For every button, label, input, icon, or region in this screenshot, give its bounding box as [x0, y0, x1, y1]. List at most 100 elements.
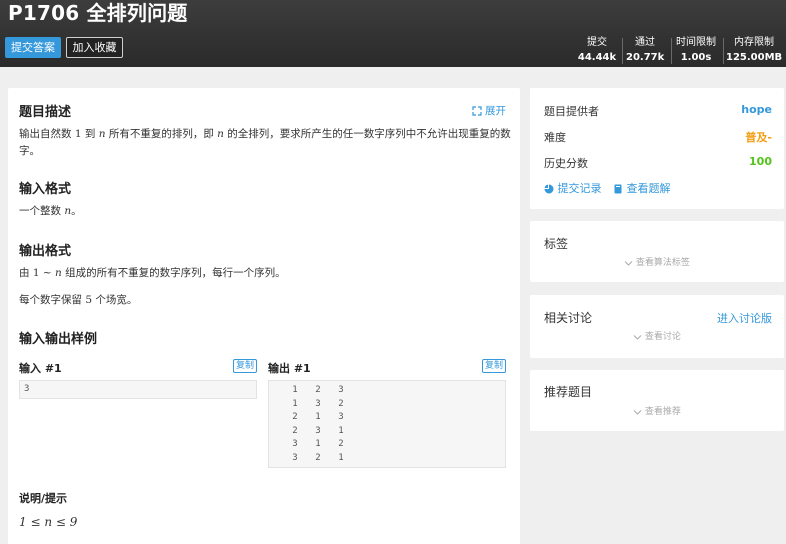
output-sample-row: 1 3 2: [269, 399, 505, 413]
output-sample-cell: 1: [338, 453, 344, 463]
submission-records-link[interactable]: 提交记录: [544, 180, 602, 196]
stat-divider: [723, 38, 724, 64]
output-sample-cell: 2: [338, 398, 344, 409]
provider-label: 题目提供者: [544, 105, 599, 118]
output-text: 个场宽。: [92, 294, 138, 306]
score-value: 100: [749, 155, 772, 168]
chevron-down-icon: [624, 261, 633, 266]
problem-header: P1706 全排列问题 提交答案 加入收藏 提交 44.44k 通过 20.77…: [0, 0, 786, 67]
output-text: 由: [19, 267, 33, 279]
discussion-card: 相关讨论 进入讨论版 查看讨论: [530, 295, 784, 358]
stat-time-limit: 时间限制 1.00s: [674, 36, 718, 65]
chevron-down-icon: [633, 410, 642, 415]
copy-input-button[interactable]: 复制: [233, 359, 257, 373]
output-sample-row: 1 2 3: [269, 385, 505, 399]
math-n: n: [55, 267, 62, 279]
stat-value: 20.77k: [626, 52, 665, 63]
submit-answer-button[interactable]: 提交答案: [5, 37, 61, 58]
add-favorite-button[interactable]: 加入收藏: [66, 37, 123, 58]
solutions-link[interactable]: 查看题解: [613, 180, 671, 196]
input-sample-text: 3: [24, 384, 30, 394]
show-tags-toggle[interactable]: 查看算法标签: [530, 255, 784, 268]
expand-button[interactable]: 展开: [472, 103, 506, 118]
enter-discussion-link[interactable]: 进入讨论版: [717, 310, 772, 326]
chevron-down-icon: [633, 335, 642, 340]
stat-divider: [671, 38, 672, 64]
expand-icon: [472, 106, 482, 116]
problem-info-card: 题目提供者 hope 难度 普及- 历史分数 100 提交记录 查看题解: [530, 88, 784, 209]
output-sample-cell: 3: [292, 439, 298, 450]
output-sample-cell: 1: [292, 398, 298, 409]
input-format-text: 一个整数 n。: [19, 203, 82, 220]
desc-text: 字。: [19, 145, 40, 157]
description-heading: 题目描述: [19, 105, 72, 120]
output-sample-cell: 1: [292, 385, 298, 395]
tags-heading: 标签: [544, 237, 569, 251]
output-text: 组成的所有不重复的数字序列，每行一个序列。: [61, 267, 286, 279]
input-format-heading: 输入格式: [19, 182, 72, 197]
discussion-heading: 相关讨论: [544, 311, 593, 325]
page-title: P1706 全排列问题: [8, 1, 188, 25]
input-text: 一个整数: [19, 205, 65, 217]
show-recommend-label: 查看推荐: [644, 407, 681, 417]
output-sample-cell: 2: [292, 425, 298, 436]
input-sample-box[interactable]: 3: [19, 380, 257, 399]
show-discussion-label: 查看讨论: [644, 332, 681, 342]
output-format-heading: 输出格式: [19, 244, 72, 259]
show-discussion-toggle[interactable]: 查看讨论: [530, 329, 784, 342]
pie-chart-icon: [544, 184, 554, 194]
stat-memory-limit: 内存限制 125.00MB: [726, 36, 782, 65]
stat-value: 44.44k: [577, 52, 617, 63]
stat-submissions: 提交 44.44k: [577, 36, 617, 65]
output-sample-cell: 3: [315, 398, 321, 409]
stat-label: 提交: [587, 37, 607, 48]
output-sample-row: 2 1 3: [269, 412, 505, 426]
stat-accepted: 通过 20.77k: [626, 36, 664, 65]
show-recommend-toggle[interactable]: 查看推荐: [530, 404, 784, 417]
output-sample-cell: 3: [315, 425, 321, 436]
output-sample-row: 3 1 2: [269, 439, 505, 453]
output-sample-cell: 1: [338, 425, 344, 436]
description-text: 输出自然数 1 到 n 所有不重复的排列，即 n 的全排列，要求所产生的任一数字…: [19, 126, 511, 160]
stat-divider: [622, 38, 623, 64]
expand-label: 展开: [485, 105, 506, 117]
hint-formula: 1 ≤ n ≤ 9: [19, 515, 78, 529]
output-sample-cell: 2: [338, 439, 344, 450]
math-range: 1 ∼: [32, 267, 55, 279]
solutions-label: 查看题解: [626, 182, 671, 195]
difficulty-label: 难度: [544, 131, 566, 144]
desc-text: 所有不重复的排列，即: [105, 128, 218, 140]
output-sample-cell: 3: [338, 385, 344, 395]
stat-value: 125.00MB: [726, 52, 783, 63]
provider-link[interactable]: hope: [741, 103, 772, 116]
output-sample-cell: 3: [292, 453, 298, 463]
show-tags-label: 查看算法标签: [635, 258, 690, 268]
desc-text: 的全排列，要求所产生的任一数字序列中不允许出现重复的数: [223, 128, 511, 140]
output-text: 每个数字保留: [19, 294, 86, 306]
math-one: 1: [74, 128, 82, 140]
output-sample-cell: 2: [315, 453, 321, 463]
recommend-card: 推荐题目 查看推荐: [530, 370, 784, 431]
output-sample-box[interactable]: 1 2 3 1 3 2 2 1 3 2 3 1 3 1 2 3 2 1: [268, 380, 506, 468]
output-sample-row: 2 3 1: [269, 426, 505, 440]
problem-card: 题目描述 展开 输出自然数 1 到 n 所有不重复的排列，即 n 的全排列，要求…: [8, 88, 520, 544]
math-n: n: [217, 128, 224, 140]
output-sample-row: 3 2 1: [269, 453, 505, 467]
output-sample-cell: 3: [338, 412, 344, 423]
book-icon: [614, 184, 622, 194]
desc-text: 到: [81, 128, 99, 140]
desc-text: 输出自然数: [19, 128, 75, 140]
output-sample-cell: 1: [315, 412, 321, 423]
output-sample-cell: 1: [315, 439, 321, 450]
input-text: 。: [71, 205, 82, 217]
input-sample-label: 输入 #1: [19, 362, 62, 375]
difficulty-badge[interactable]: 普及-: [745, 129, 772, 145]
samples-heading: 输入输出样例: [19, 332, 98, 347]
submission-records-label: 提交记录: [557, 182, 602, 195]
recommend-heading: 推荐题目: [544, 385, 593, 399]
copy-output-button[interactable]: 复制: [482, 359, 506, 373]
stat-label: 时间限制: [676, 37, 716, 48]
stat-label: 内存限制: [734, 37, 774, 48]
output-sample-label: 输出 #1: [268, 362, 311, 375]
tags-card: 标签 查看算法标签: [530, 221, 784, 282]
